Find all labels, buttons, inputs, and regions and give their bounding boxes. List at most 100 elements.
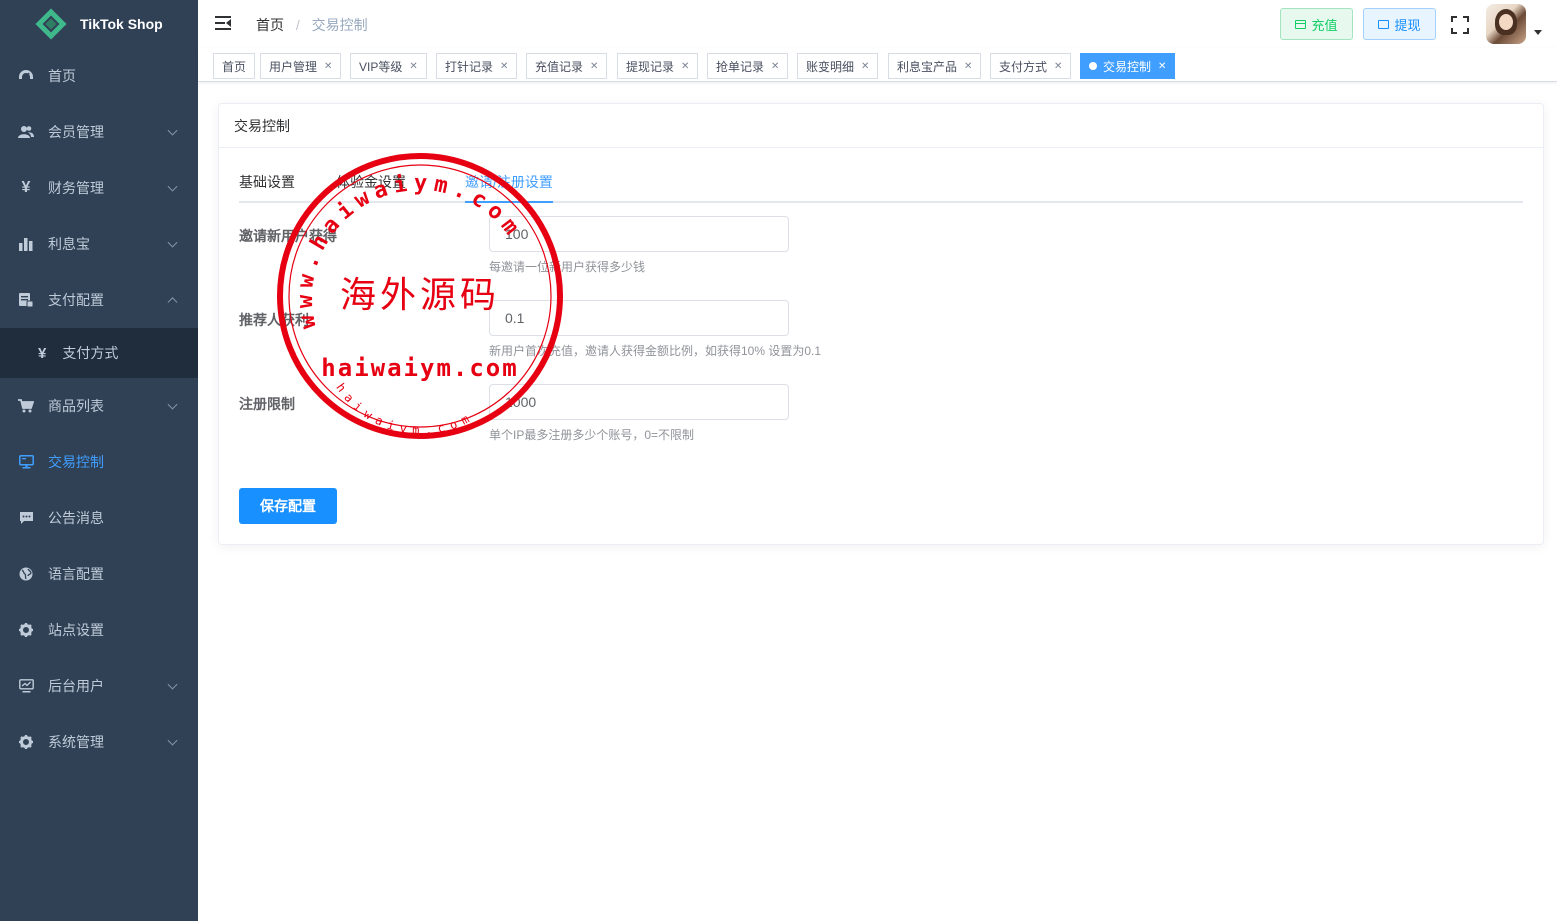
sidebar-item-system[interactable]: 系统管理 [0,714,198,770]
breadcrumb: 首页 / 交易控制 [256,15,368,35]
logo[interactable]: TikTok Shop [0,0,198,48]
sidebar-item-label: 首页 [48,68,76,84]
sidebar-item-label: 支付方式 [62,345,119,361]
sidebar-item-site-settings[interactable]: 站点设置 [0,602,198,658]
tag-trade-control[interactable]: 交易控制 ✕ [1080,53,1176,79]
withdraw-button-label: 提现 [1394,17,1421,33]
sidebar-item-label: 站点设置 [48,622,104,638]
active-dot-icon [1089,62,1097,70]
sidebar-item-home[interactable]: 首页 [0,48,198,104]
tag-label: 提现记录 [626,59,675,74]
invite-reward-input[interactable] [489,216,789,252]
close-icon[interactable]: ✕ [771,61,779,72]
sidebar-item-label: 后台用户 [48,678,104,694]
referrer-profit-label: 推荐人获利 [239,312,309,328]
sidebar-item-label: 公告消息 [48,510,104,526]
close-icon[interactable]: ✕ [324,61,332,72]
cart-icon [18,398,34,414]
monitor-chart-icon [18,678,34,694]
bar-chart-icon [18,236,34,252]
tab-trial-fund-settings[interactable]: 体验金设置 [336,162,406,203]
close-icon[interactable]: ✕ [964,61,972,72]
tab-invite-register-settings[interactable]: 邀请/注册设置 [465,162,553,203]
register-limit-hint: 单个IP最多注册多少个账号，0=不限制 [489,428,695,442]
sidebar-subitem-payment-methods[interactable]: ¥ 支付方式 [0,328,198,378]
referrer-profit-input[interactable] [489,300,789,336]
sidebar-item-admin-users[interactable]: 后台用户 [0,658,198,714]
tag-vip-level[interactable]: VIP等级 ✕ [350,53,427,79]
chevron-down-icon [167,679,178,690]
sidebar-item-members[interactable]: 会员管理 [0,104,198,160]
recharge-button[interactable]: 充值 [1280,8,1353,40]
tag-label: 抢单记录 [716,59,765,74]
breadcrumb-separator: / [295,17,300,33]
sidebar-item-products[interactable]: 商品列表 [0,378,198,434]
breadcrumb-current: 交易控制 [311,17,368,33]
chevron-down-icon [167,125,178,136]
tag-interest-products[interactable]: 利息宝产品 ✕ [888,53,982,79]
yen-icon: ¥ [38,344,47,362]
sidebar-item-announcements[interactable]: 公告消息 [0,490,198,546]
tag-payment-methods[interactable]: 支付方式 ✕ [990,53,1072,79]
monitor-icon [18,454,34,470]
tag-label: 交易控制 [1103,59,1152,74]
caret-down-icon[interactable] [1534,30,1542,35]
tag-account-changes[interactable]: 账变明细 ✕ [797,53,879,79]
tab-active-indicator [465,201,553,203]
tag-label: 首页 [222,59,247,74]
tags-view: 首页 用户管理 ✕ VIP等级 ✕ 打针记录 ✕ 充值记录 ✕ 提现记录 ✕ 抢单记录 ✕ … [198,48,1557,82]
sidebar-item-trade-control[interactable]: 交易控制 [0,434,198,490]
tag-recharge-records[interactable]: 充值记录 ✕ [526,53,608,79]
close-icon[interactable]: ✕ [861,61,869,72]
tag-user-management[interactable]: 用户管理 ✕ [260,53,342,79]
invite-reward-label: 邀请新用户获得 [239,228,337,244]
register-limit-label: 注册限制 [239,396,295,412]
close-icon[interactable]: ✕ [500,61,508,72]
sidebar-item-label: 支付配置 [48,292,104,308]
sidebar-item-finance[interactable]: ¥ 财务管理 [0,160,198,216]
tag-home[interactable]: 首页 [213,53,256,79]
register-limit-input[interactable] [489,384,789,420]
brand-name: TikTok Shop [80,16,163,32]
tab-basic-settings[interactable]: 基础设置 [239,162,295,203]
folder-icon [1378,19,1390,29]
settings-tabs: 基础设置 体验金设置 邀请/注册设置 [239,162,1523,203]
tag-withdraw-records[interactable]: 提现记录 ✕ [617,53,699,79]
tag-label: 用户管理 [269,59,318,74]
sidebar-item-label: 会员管理 [48,124,104,140]
referrer-profit-hint: 新用户首次充值，邀请人获得金额比例，如获得10% 设置为0.1 [489,344,822,358]
tag-injection-records[interactable]: 打针记录 ✕ [436,53,518,79]
chevron-down-icon [167,399,178,410]
tag-grab-order-records[interactable]: 抢单记录 ✕ [707,53,789,79]
save-config-button[interactable]: 保存配置 [239,488,337,524]
sidebar-item-language[interactable]: 语言配置 [0,546,198,602]
breadcrumb-home[interactable]: 首页 [256,17,284,33]
close-icon[interactable]: ✕ [1158,61,1166,72]
withdraw-button[interactable]: 提现 [1363,8,1436,40]
tag-label: 利息宝产品 [897,59,958,74]
close-icon[interactable]: ✕ [1054,61,1062,72]
top-navbar: 首页 / 交易控制 充值 提现 [198,0,1557,48]
sidebar-item-payment-config[interactable]: 支付配置 [0,272,198,328]
fullscreen-icon[interactable] [1451,16,1469,34]
tag-label: 充值记录 [535,59,584,74]
users-icon [18,124,34,140]
tag-label: 支付方式 [999,59,1048,74]
tag-label: VIP等级 [359,59,403,74]
sidebar-item-label: 语言配置 [48,566,104,582]
sidebar-item-label: 利息宝 [48,236,90,252]
gear-icon [18,622,34,638]
close-icon[interactable]: ✕ [409,61,417,72]
card-icon [1295,19,1307,29]
close-icon[interactable]: ✕ [681,61,689,72]
sidebar-item-label: 交易控制 [48,454,104,470]
gear-icon [18,734,34,750]
tag-label: 账变明细 [806,59,855,74]
avatar[interactable] [1486,4,1526,44]
close-icon[interactable]: ✕ [590,61,598,72]
payment-config-icon [18,292,34,308]
sidebar: TikTok Shop 首页 会员管理 ¥ 财务管理 利息宝 支付配置 ¥ 支付… [0,0,198,921]
card-title: 交易控制 [219,104,1543,148]
sidebar-item-interest[interactable]: 利息宝 [0,216,198,272]
hamburger-icon[interactable] [215,16,231,30]
